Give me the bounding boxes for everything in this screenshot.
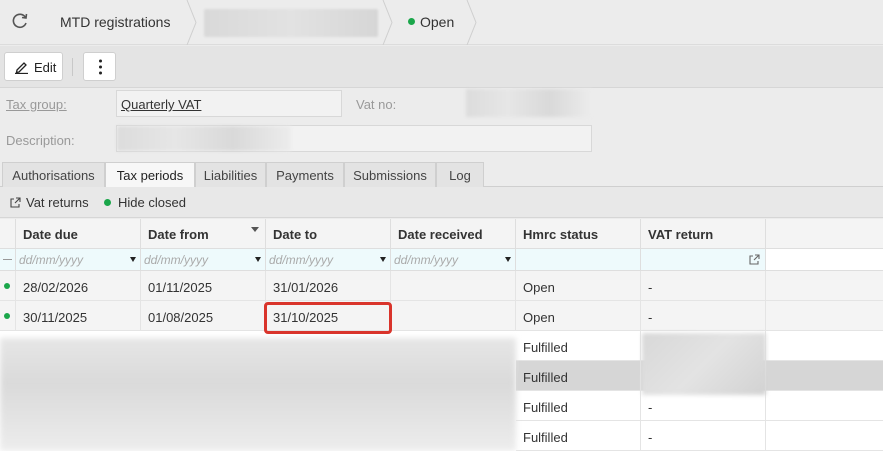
redacted-breadcrumb[interactable]	[204, 9, 378, 37]
kebab-menu-icon	[99, 59, 102, 75]
redacted-description	[117, 126, 291, 151]
redacted-vat-return	[642, 333, 766, 395]
table-row-filler	[766, 421, 883, 451]
column-header-date-due[interactable]: Date due	[16, 219, 141, 249]
dropdown-arrow-icon[interactable]	[255, 257, 261, 262]
column-header-vat-return[interactable]: VAT return	[641, 219, 766, 249]
edit-button-label: Edit	[34, 60, 57, 75]
column-header-hmrc-status[interactable]: Hmrc status	[516, 219, 641, 249]
table-cell[interactable]: 31/01/2026	[266, 271, 391, 301]
breadcrumb-separator	[186, 0, 197, 45]
filter-date-received[interactable]: dd/mm/yyyy	[391, 249, 516, 271]
table-cell[interactable]: Open	[516, 301, 641, 331]
table-row-filler	[766, 271, 883, 301]
column-header-date-from[interactable]: Date from	[141, 219, 266, 249]
highlight-annotation	[264, 302, 392, 334]
table-cell[interactable]: Fulfilled	[516, 331, 641, 361]
tab-payments[interactable]: Payments	[266, 162, 344, 187]
vat-returns-button[interactable]: Vat returns	[26, 195, 89, 210]
tab-bar: Authorisations Tax periods Liabilities P…	[0, 162, 883, 188]
table-cell[interactable]: Fulfilled	[516, 391, 641, 421]
table-cell[interactable]	[391, 271, 516, 301]
row-indicator[interactable]	[0, 301, 16, 331]
column-header-date-to[interactable]: Date to	[266, 219, 391, 249]
status-dot-icon	[408, 18, 415, 25]
hide-closed-toggle[interactable]: Hide closed	[118, 195, 186, 210]
table-cell[interactable]: -	[641, 421, 766, 451]
tab-liabilities[interactable]: Liabilities	[195, 162, 266, 187]
description-field[interactable]	[116, 125, 592, 152]
tab-submissions[interactable]: Submissions	[344, 162, 436, 187]
breadcrumb-separator	[382, 0, 393, 45]
filter-date-to[interactable]: dd/mm/yyyy	[266, 249, 391, 271]
filter-date-due[interactable]: dd/mm/yyyy	[16, 249, 141, 271]
table-cell[interactable]: -	[641, 271, 766, 301]
table-cell[interactable]: 28/02/2026	[16, 271, 141, 301]
breadcrumb: MTD registrations Open	[0, 0, 883, 45]
tab-tax-periods[interactable]: Tax periods	[105, 162, 195, 188]
table-row-filler	[766, 301, 883, 331]
filter-vat-return[interactable]	[641, 249, 766, 271]
column-header-filler	[766, 219, 883, 249]
table-cell[interactable]: -	[641, 391, 766, 421]
filter-date-from[interactable]: dd/mm/yyyy	[141, 249, 266, 271]
table-cell-selected[interactable]: Fulfilled	[516, 361, 641, 391]
more-actions-button[interactable]	[83, 52, 116, 81]
row-indicator[interactable]	[0, 271, 16, 301]
table-cell[interactable]	[391, 301, 516, 331]
toolbar: Edit	[0, 46, 883, 88]
tax-periods-toolbar: Vat returns Hide closed	[0, 187, 883, 218]
description-label: Description:	[6, 133, 75, 148]
table-cell[interactable]: Fulfilled	[516, 421, 641, 451]
table-row-filler	[766, 391, 883, 421]
dropdown-arrow-icon[interactable]	[505, 257, 511, 262]
vat-no-label: Vat no:	[356, 97, 397, 112]
tax-group-link[interactable]: Quarterly VAT	[121, 97, 201, 112]
dropdown-arrow-icon[interactable]	[380, 257, 386, 262]
open-status-dot-icon	[4, 313, 10, 319]
hide-closed-dot-icon	[104, 199, 111, 206]
table-cell[interactable]: Open	[516, 271, 641, 301]
dropdown-arrow-icon[interactable]	[130, 257, 136, 262]
tab-authorisations[interactable]: Authorisations	[2, 162, 105, 187]
table-cell[interactable]: 01/08/2025	[141, 301, 266, 331]
filter-hmrc-status[interactable]	[516, 249, 641, 271]
table-cell[interactable]: -	[641, 301, 766, 331]
table-row-selected-filler	[766, 361, 883, 391]
pencil-icon	[15, 62, 28, 74]
column-header-date-received[interactable]: Date received	[391, 219, 516, 249]
filter-row-toggle[interactable]	[0, 249, 16, 271]
open-status-dot-icon	[4, 283, 10, 289]
breadcrumb-title[interactable]: MTD registrations	[60, 14, 170, 30]
filter-filler	[766, 249, 883, 271]
external-link-icon[interactable]	[749, 254, 760, 265]
tab-log[interactable]: Log	[436, 162, 484, 187]
external-link-icon	[10, 197, 21, 208]
row-indicator-header	[0, 219, 16, 249]
edit-button[interactable]: Edit	[4, 52, 63, 81]
table-cell[interactable]: 01/11/2025	[141, 271, 266, 301]
status-badge: Open	[420, 14, 455, 30]
table-cell[interactable]: 30/11/2025	[16, 301, 141, 331]
registration-form: Tax group: Quarterly VAT Vat no: Descrip…	[0, 88, 883, 162]
redacted-rows	[0, 338, 516, 451]
tax-group-field[interactable]: Quarterly VAT	[116, 90, 342, 117]
sort-desc-icon	[251, 227, 259, 232]
tax-group-label[interactable]: Tax group:	[6, 97, 67, 112]
refresh-icon[interactable]	[10, 11, 30, 31]
breadcrumb-separator	[466, 0, 477, 45]
toolbar-divider	[72, 58, 73, 76]
vat-no-field[interactable]	[466, 89, 592, 117]
table-row-filler	[766, 331, 883, 361]
